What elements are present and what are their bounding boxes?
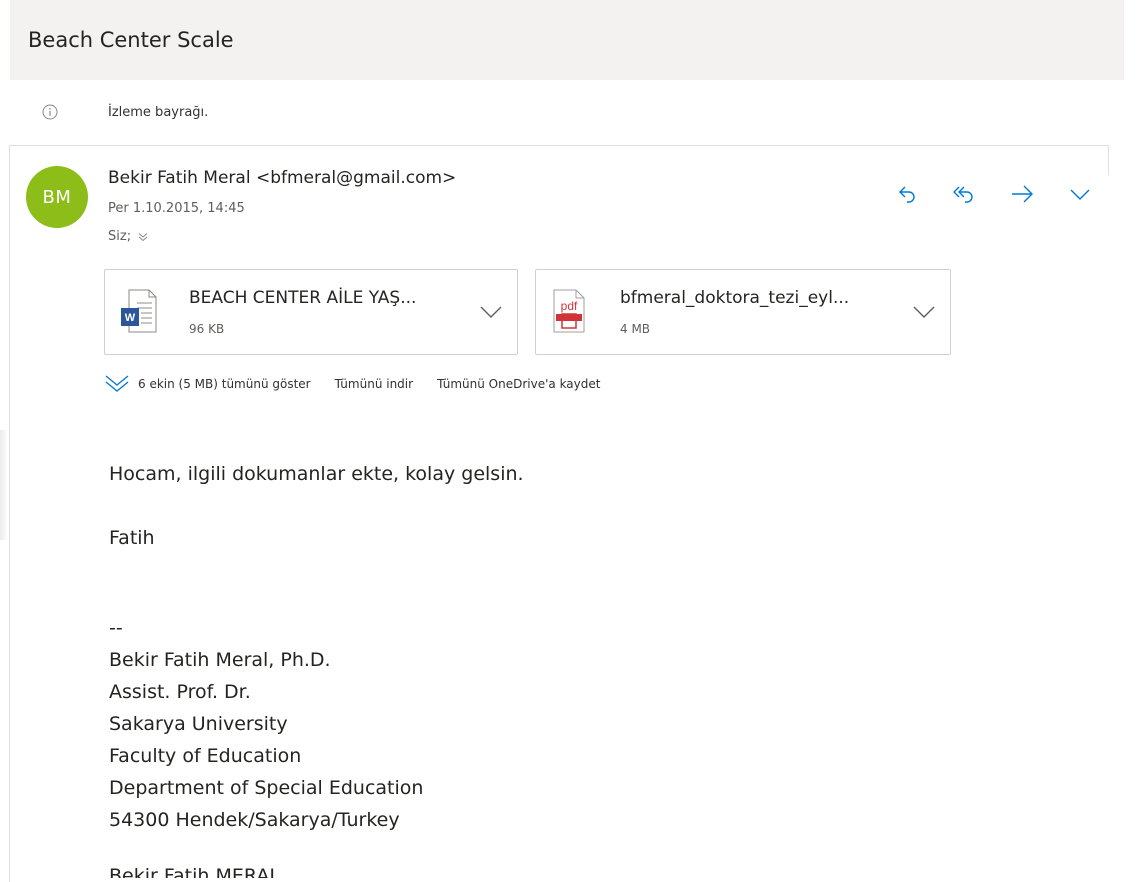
chevron-down-icon — [480, 306, 502, 318]
double-chevron-down-icon — [105, 375, 129, 392]
message-border-right — [1108, 145, 1109, 175]
subject-bar: Beach Center Scale — [10, 0, 1124, 80]
message-actions — [890, 178, 1110, 210]
chevron-down-icon — [913, 306, 935, 318]
signature-line: Department of Special Education — [109, 777, 424, 799]
sender-name[interactable]: Bekir Fatih Meral <bfmeral@gmail.com> — [108, 168, 456, 188]
more-actions-button[interactable] — [1062, 178, 1098, 210]
sender-avatar[interactable]: BM — [26, 166, 88, 228]
email-subject: Beach Center Scale — [28, 28, 234, 52]
pane-edge-shadow — [0, 430, 8, 540]
avatar-initials: BM — [42, 186, 72, 208]
flag-text: İzleme bayrağı. — [108, 105, 209, 120]
svg-text:pdf: pdf — [561, 299, 578, 313]
signature-line: Bekir Fatih Meral, Ph.D. — [109, 649, 331, 671]
save-onedrive-link[interactable]: Tümünü OneDrive'a kaydet — [437, 377, 600, 391]
reply-all-icon — [953, 186, 973, 203]
signature-line: Faculty of Education — [109, 745, 302, 767]
body-greeting: Hocam, ilgili dokumanlar ekte, kolay gel… — [109, 463, 524, 485]
expand-recipients-icon[interactable] — [137, 231, 149, 243]
attachment-actions-bar: 6 ekin (5 MB) tümünü göster Tümünü indir… — [104, 372, 600, 396]
signature-separator: -- — [109, 617, 123, 639]
show-all-attachments-link[interactable]: 6 ekin (5 MB) tümünü göster — [104, 374, 311, 394]
reply-icon — [899, 186, 915, 203]
message-border-left — [9, 146, 10, 882]
pdf-file-icon: pdf — [553, 289, 585, 333]
show-all-label: 6 ekin (5 MB) tümünü göster — [138, 377, 311, 391]
info-icon — [42, 104, 58, 120]
flag-notice: İzleme bayrağı. — [10, 80, 1124, 142]
download-all-link[interactable]: Tümünü indir — [335, 377, 413, 391]
attachment-name: bfmeral_doktora_tezi_eyl... — [620, 288, 850, 308]
attachment-name: BEACH CENTER AİLE YAŞ... — [189, 288, 417, 308]
signature-line: Sakarya University — [109, 713, 288, 735]
signature-name-caps: Bekir Fatih MERAL — [109, 865, 280, 878]
body-signoff: Fatih — [109, 527, 155, 549]
attachment-menu-button[interactable] — [910, 300, 938, 324]
forward-icon — [1012, 185, 1033, 203]
word-file-icon: W — [121, 289, 157, 333]
signature-line: Assist. Prof. Dr. — [109, 681, 251, 703]
attachment-pdf[interactable]: pdf bfmeral_doktora_tezi_eyl... 4 MB — [535, 269, 951, 355]
signature-line: 54300 Hendek/Sakarya/Turkey — [109, 809, 400, 831]
message-border-top — [9, 145, 1109, 146]
attachment-size: 96 KB — [189, 322, 225, 336]
svg-text:W: W — [125, 312, 136, 324]
email-signature: -- Bekir Fatih Meral, Ph.D. Assist. Prof… — [109, 612, 423, 878]
chevron-down-icon — [1070, 189, 1090, 200]
forward-button[interactable] — [1004, 178, 1040, 210]
email-reading-pane: Beach Center Scale İzleme bayrağı. BM Be… — [0, 0, 1142, 882]
recipients-line: Siz; — [108, 229, 149, 244]
attachment-word[interactable]: W BEACH CENTER AİLE YAŞ... 96 KB — [104, 269, 518, 355]
attachment-size: 4 MB — [620, 322, 651, 336]
sent-date: Per 1.10.2015, 14:45 — [108, 201, 245, 216]
reply-all-button[interactable] — [946, 178, 982, 210]
attachment-menu-button[interactable] — [477, 300, 505, 324]
message-body: Hocam, ilgili dokumanlar ekte, kolay gel… — [109, 458, 524, 554]
recipients-text: Siz; — [108, 229, 132, 244]
reply-button[interactable] — [890, 178, 926, 210]
